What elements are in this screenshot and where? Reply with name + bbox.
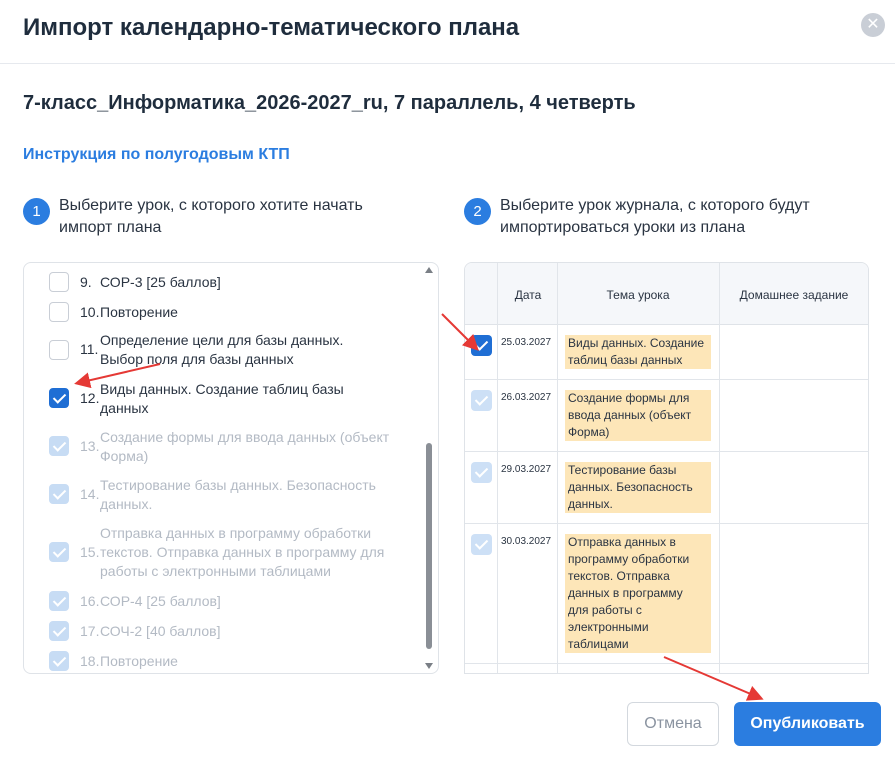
step-1-text: Выберите урок, с которого хотите начать … (59, 195, 363, 239)
journal-table-header: Дата Тема урока Домашнее задание (465, 263, 868, 325)
journal-row-topic: Тестирование базы данных. Безопасность дан… (565, 462, 711, 513)
lesson-number: 13. (80, 438, 100, 454)
step-2-text-line2: импортироваться уроки из плана (500, 219, 746, 236)
lesson-number: 10. (80, 304, 100, 320)
lesson-number: 18. (80, 653, 100, 669)
lesson-checkbox (49, 651, 69, 671)
lesson-number: 11. (80, 341, 99, 357)
lesson-number: 17. (80, 623, 100, 639)
journal-row-checkbox (471, 534, 492, 555)
journal-row-topic: Создание формы для ввода данных (объект Фо… (565, 390, 711, 441)
plan-lesson-list[interactable]: 9. СОР-3 [25 баллов] 10. Повторение 11. … (23, 262, 439, 674)
step-2-number-badge: 2 (464, 198, 491, 225)
column-divider (497, 263, 498, 673)
lesson-checkbox (49, 542, 69, 562)
close-icon[interactable]: ✕ (861, 13, 885, 37)
lesson-title: Повторение (100, 653, 178, 669)
scroll-thumb[interactable] (426, 443, 432, 649)
journal-row-checkbox[interactable] (471, 335, 492, 356)
journal-row[interactable]: 26.03.2027 Создание формы для ввода данны… (465, 380, 868, 452)
header-date: Дата (514, 288, 542, 302)
lesson-number: 9. (80, 274, 92, 290)
journal-row-topic: Виды данных. Создание таблиц базы данных (565, 335, 711, 369)
lesson-checkbox[interactable] (49, 272, 69, 292)
lesson-number: 15. (80, 544, 100, 560)
journal-row-date: 26.03.2027 (501, 392, 552, 403)
step-1: 1 Выберите урок, с которого хотите начат… (23, 195, 363, 239)
step-2: 2 Выберите урок журнала, с которого буду… (464, 195, 810, 239)
lesson-title: Определение цели для базы данных. Выбор п… (100, 332, 344, 367)
lesson-checkbox (49, 621, 69, 641)
lesson-checkbox[interactable] (49, 340, 69, 360)
journal-row-checkbox (471, 462, 492, 483)
modal-title: Импорт календарно-тематического плана (23, 14, 520, 41)
journal-row[interactable]: 29.03.2027 Тестирование базы данных. Безо… (465, 452, 868, 524)
journal-row-date: 30.03.2027 (501, 536, 552, 547)
header-homework: Домашнее задание (739, 288, 849, 302)
lesson-checkbox[interactable] (49, 302, 69, 322)
lesson-title: Создание формы для ввода данных (объект Ф… (100, 429, 390, 464)
step-1-number-badge: 1 (23, 198, 50, 225)
journal-row-date: 25.03.2027 (501, 337, 552, 348)
column-divider (557, 263, 558, 673)
lesson-title: Повторение (100, 304, 178, 320)
lesson-number: 16. (80, 593, 100, 609)
lesson-checkbox (49, 484, 69, 504)
step-1-text-line2: импорт плана (59, 219, 162, 236)
instruction-link[interactable]: Инструкция по полугодовым КТП (23, 146, 290, 164)
lesson-title: Виды данных. Создание таблиц базы данных (100, 381, 344, 416)
step-2-text: Выберите урок журнала, с которого будут … (500, 195, 810, 239)
journal-row-date: 29.03.2027 (501, 464, 552, 475)
scroll-up-arrow-icon[interactable] (425, 267, 433, 273)
journal-row-topic: Отправка данных в программу обработки текс… (565, 534, 711, 653)
journal-row[interactable]: 30.03.2027 Отправка данных в программу об… (465, 524, 868, 664)
lesson-title: СОЧ-2 [40 баллов] (100, 623, 221, 639)
plan-title: 7-класс_Информатика_2026-2027_ru, 7 пара… (23, 92, 636, 114)
scroll-down-arrow-icon[interactable] (425, 663, 433, 669)
header-topic: Тема урока (606, 288, 670, 302)
lesson-number: 12. (80, 390, 100, 406)
lesson-title: Отправка данных в программу обработки тек… (100, 525, 385, 579)
publish-button[interactable]: Опубликовать (734, 702, 881, 746)
cancel-button[interactable]: Отмена (627, 702, 719, 746)
column-divider (719, 263, 720, 673)
step-2-text-line1: Выберите урок журнала, с которого будут (500, 197, 810, 214)
journal-table[interactable]: Дата Тема урока Домашнее задание 25.03.2… (464, 262, 869, 674)
journal-row[interactable]: 25.03.2027 Виды данных. Создание таблиц б… (465, 325, 868, 380)
lesson-checkbox (49, 591, 69, 611)
lesson-title: Тестирование базы данных. Безопасность да… (100, 477, 376, 512)
lesson-checkbox[interactable] (49, 388, 69, 408)
lesson-title: СОР-3 [25 баллов] (100, 274, 221, 290)
lesson-number: 14. (80, 486, 100, 502)
lesson-title: СОР-4 [25 баллов] (100, 593, 221, 609)
list-scrollbar[interactable] (423, 263, 435, 673)
step-1-text-line1: Выберите урок, с которого хотите начать (59, 197, 363, 214)
lesson-checkbox (49, 436, 69, 456)
modal-header: Импорт календарно-тематического плана ✕ (0, 0, 895, 64)
journal-row-checkbox (471, 390, 492, 411)
